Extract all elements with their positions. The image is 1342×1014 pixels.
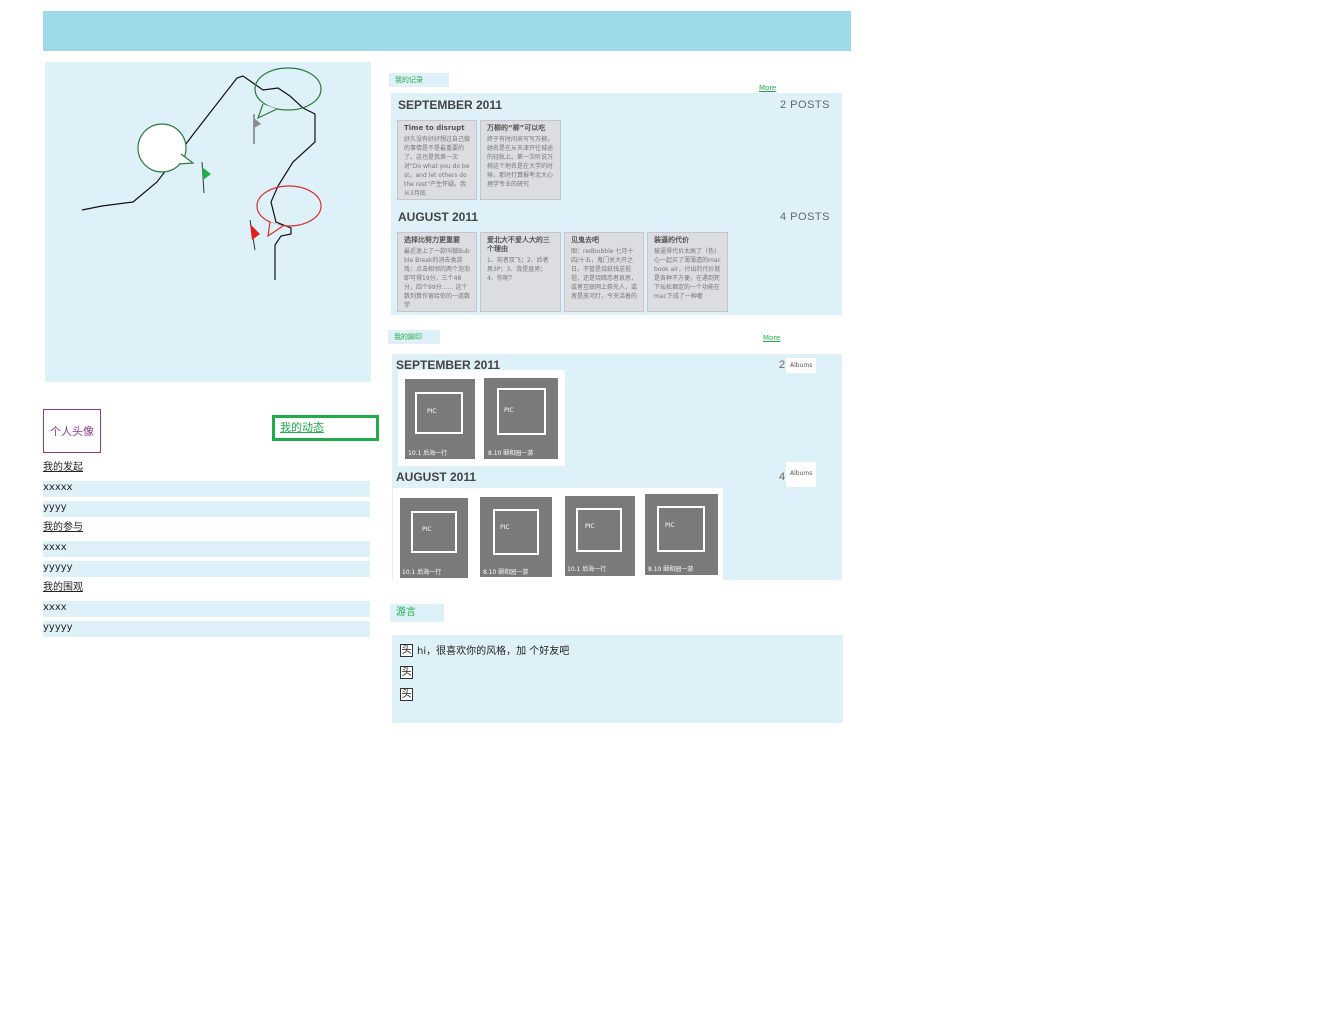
post-title: 万柳的“柳”可以吃 [487,124,546,132]
list-item[interactable]: yyyyy [43,618,370,638]
pic-frame [493,509,539,555]
list-item[interactable]: yyyy [43,498,370,518]
post-title: 爱北大不爱人大的三个理由 [487,236,550,253]
message-row: 头 [400,688,417,701]
pic-label: PIC [500,524,510,531]
albums-month-title: AUGUST 2011 [396,470,477,484]
albums-unit-badge: Albums [786,462,817,487]
flag-green-icon [201,161,211,194]
list-heading-participated[interactable]: 我的参与 [43,518,370,538]
records-post-count: 4 POSTS [780,211,830,223]
speech-bubble-white [137,123,195,173]
message-avatar[interactable]: 头 [400,666,413,679]
post-title: Time to disrupt [404,124,465,132]
pic-frame [415,392,463,434]
album-thumbnail[interactable]: PIC 8.10 颐和园一游 [484,378,558,459]
message-row: 头 hi，很喜欢你的风格，加 个好友吧 [400,642,569,657]
post-title: 见鬼去吧 [571,236,599,244]
albums-count: 4 [779,471,786,483]
speech-bubble-green [254,67,322,120]
post-card[interactable]: 选择比努力更重要 最近迷上了一款叫做Bubble Break的消去类游戏：点击相… [397,232,477,312]
albums-unit-badge: Albums [786,358,817,373]
album-thumbnail[interactable]: PIC 10.1 后海一行 [405,379,475,459]
activity-list: 我的发起 xxxxx yyyy 我的参与 xxxx yyyyy 我的围观 xxx… [43,458,370,638]
album-caption: 10.1 后海一行 [408,450,448,457]
post-title: 选择比努力更重要 [404,236,460,244]
album-thumbnail[interactable]: PIC 10.1 后海一行 [400,498,468,578]
records-month-title: AUGUST 2011 [398,210,479,224]
album-caption: 8.10 颐和园一游 [488,450,534,457]
post-card[interactable]: 爱北大不爱人大的三个理由 1、前者双飞；2、后者男3P；3、我是直男；4、你呢？ [480,232,561,312]
post-card[interactable]: 万柳的“柳”可以吃 终于有时间来写写万柳，她名是在从天津开往城途的轻轨上。第一次… [480,120,561,200]
album-caption: 10.1 后海一行 [402,569,442,576]
records-month-title: SEPTEMBER 2011 [398,98,503,112]
pic-label: PIC [504,407,514,414]
album-thumbnail[interactable]: PIC 8.10 颐和园一游 [480,497,552,577]
map-sketch [81,67,322,280]
post-title: 装逼的代价 [654,236,689,244]
pic-label: PIC [422,526,432,533]
avatar[interactable]: 个人头像 [43,409,101,453]
pic-label: PIC [585,523,595,530]
my-activity-button[interactable]: 我的动态 [272,415,379,441]
album-thumbnail[interactable]: PIC 8.10 颐和园一游 [645,494,718,575]
list-item[interactable]: xxxxx [43,478,370,498]
post-excerpt: 好久没有好好想过自己做的事情是不是最重要的了。这也是我第一次对"Do what … [404,136,471,197]
records-tag: 我的记录 [389,73,449,87]
list-heading-watched[interactable]: 我的围观 [43,578,370,598]
list-item[interactable]: yyyyy [43,558,370,578]
post-card[interactable]: Time to disrupt 好久没有好好想过自己做的事情是不是最重要的了。这… [397,120,477,200]
album-thumbnail[interactable]: PIC 10.1 后海一行 [565,496,635,576]
album-caption: 8.10 颐和园一游 [648,566,694,573]
records-post-count: 2 POSTS [780,99,830,111]
map-panel[interactable] [45,62,371,382]
footprints-more-link[interactable]: More [763,334,780,342]
message-avatar[interactable]: 头 [400,644,413,657]
post-card[interactable]: 装逼的代价 被逼得代价太高了（色)心一起买了薄薄透的macbook air，付出… [647,232,728,312]
pic-label: PIC [665,522,675,529]
albums-count: 2 [779,359,786,371]
message-text: hi，很喜欢你的风格，加 个好友吧 [417,646,570,657]
album-caption: 10.1 后海一行 [567,566,607,573]
post-excerpt: 被逼得代价太高了（色)心一起买了薄薄透的macbook air，付出的代价就是各… [654,248,721,300]
guestbook-tag: 游言 [390,604,444,622]
footprints-tag: 我的脚印 [388,330,440,344]
post-excerpt: 图：redbubble 七月十四/十五，鬼门关大开之日。不管是烧纸钱送祖祖，还是… [571,248,638,300]
pic-frame [576,508,622,552]
post-excerpt: 1、前者双飞；2、后者男3P；3、我是直男；4、你呢？ [487,257,549,282]
pic-label: PIC [427,408,437,415]
post-excerpt: 最近迷上了一款叫做Bubble Break的消去类游戏：点击相邻的两个泡泡即可得… [404,248,471,309]
records-more-link[interactable]: More [759,84,776,92]
list-item[interactable]: xxxx [43,538,370,558]
post-excerpt: 终于有时间来写写万柳，她名是在从天津开往城途的轻轨上。第一次听说万柳这个地名是在… [487,136,554,188]
top-banner [43,11,851,51]
list-item[interactable]: xxxx [43,598,370,618]
flag-red-icon [249,219,260,251]
pic-frame [411,511,457,553]
post-card[interactable]: 见鬼去吧 图：redbubble 七月十四/十五，鬼门关大开之日。不管是烧纸钱送… [564,232,644,312]
message-avatar[interactable]: 头 [400,688,413,701]
album-caption: 8.10 颐和园一游 [483,569,529,576]
list-heading-initiated[interactable]: 我的发起 [43,458,370,478]
message-row: 头 [400,666,417,679]
route-line [81,75,316,280]
speech-bubble-red [256,185,322,238]
pic-frame [657,506,705,552]
avatar-label: 个人头像 [50,425,94,438]
